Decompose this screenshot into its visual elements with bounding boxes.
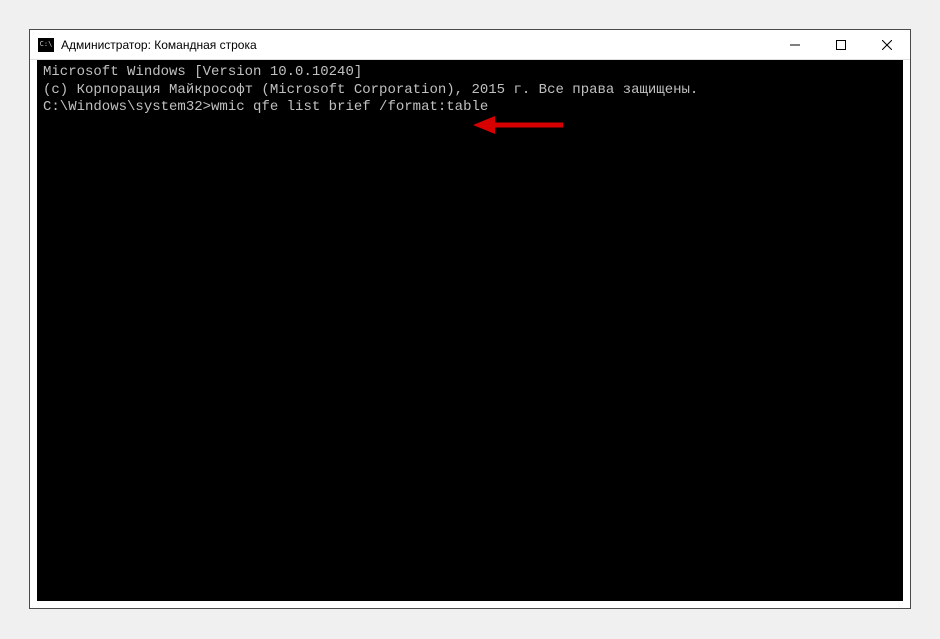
window-controls — [772, 30, 910, 59]
close-icon — [882, 40, 892, 50]
terminal-output-line: Microsoft Windows [Version 10.0.10240] — [43, 64, 897, 82]
close-button[interactable] — [864, 30, 910, 59]
command-prompt-window: Администратор: Командная строка Microsof… — [29, 29, 911, 609]
prompt: C:\Windows\system32> — [43, 99, 211, 115]
terminal-output-line: (c) Корпорация Майкрософт (Microsoft Cor… — [43, 82, 897, 100]
terminal-prompt-line: C:\Windows\system32>wmic qfe list brief … — [43, 99, 897, 117]
terminal-area[interactable]: Microsoft Windows [Version 10.0.10240] (… — [37, 60, 903, 601]
command-input: wmic qfe list brief /format:table — [211, 99, 488, 115]
minimize-button[interactable] — [772, 30, 818, 59]
cmd-icon — [38, 38, 54, 52]
window-title: Администратор: Командная строка — [61, 38, 772, 52]
maximize-icon — [836, 40, 846, 50]
maximize-button[interactable] — [818, 30, 864, 59]
titlebar[interactable]: Администратор: Командная строка — [30, 30, 910, 60]
minimize-icon — [790, 40, 800, 50]
